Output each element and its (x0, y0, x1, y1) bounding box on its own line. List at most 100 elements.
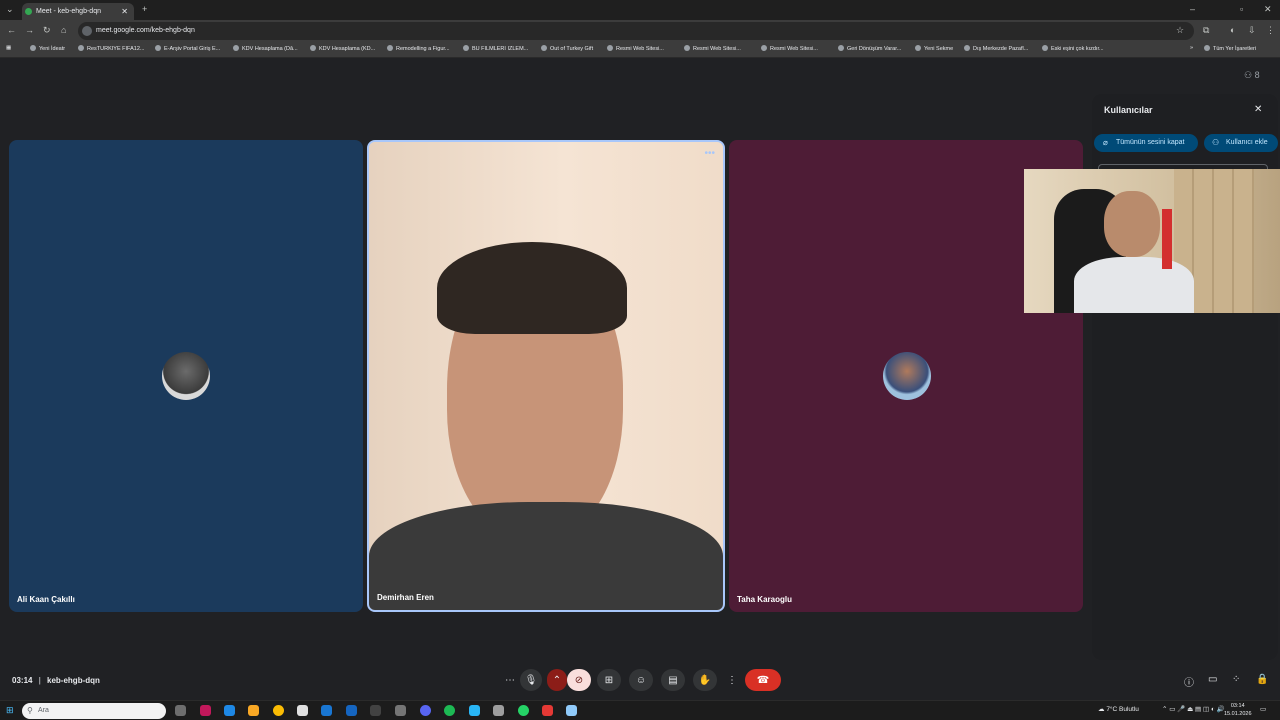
notifications-icon[interactable]: ▭ (1260, 705, 1266, 713)
participant-avatar (162, 352, 210, 400)
bookmark-item[interactable]: Resmi Web Sitesi... (684, 45, 741, 52)
mute-all-button[interactable]: ⌀ Tümünün sesini kapat (1094, 134, 1198, 152)
captions-button[interactable]: ▤ (661, 669, 685, 691)
more-options-button[interactable]: ⋮ (722, 669, 742, 691)
host-controls-icon[interactable]: 🔒 (1256, 674, 1268, 685)
close-tab-icon[interactable]: ✕ (121, 3, 128, 20)
epic-games-icon[interactable] (370, 705, 381, 716)
copilot-icon[interactable] (200, 705, 211, 716)
back-icon[interactable]: ← (7, 25, 16, 35)
window-close-icon[interactable]: ✕ (1264, 4, 1272, 15)
whatsapp-icon[interactable] (518, 705, 529, 716)
participant-count-badge[interactable]: ⚇ 8 (1244, 70, 1260, 81)
windows-taskbar: ⊞ ⚲ Ara ☁ 7°C Bulutlu ⌃ ▭ 🎤 ⏏ ▤ ◫ ◐ 🔊 03… (0, 700, 1280, 720)
bookmark-item[interactable]: Yeni Sekme (915, 45, 953, 52)
bookmark-item[interactable]: Yeni İdeatr (30, 45, 65, 52)
profile-icon[interactable]: ◐ (1230, 25, 1235, 35)
new-tab-icon[interactable]: + (142, 4, 147, 14)
weather-widget[interactable]: ☁ 7°C Bulutlu (1098, 705, 1139, 713)
settings-icon[interactable] (493, 705, 504, 716)
end-call-button[interactable]: ☎ (745, 669, 781, 691)
microphone-button[interactable]: 🎙 (520, 669, 542, 691)
camera-options-button[interactable]: ⌃ (547, 669, 567, 691)
camera-off-button[interactable]: ⊘ (567, 669, 591, 691)
edge-icon[interactable] (224, 705, 235, 716)
start-icon[interactable]: ⊞ (6, 705, 14, 716)
emoji-icon: ☺ (635, 674, 647, 686)
store-icon[interactable] (297, 705, 308, 716)
obs-icon[interactable] (395, 705, 406, 716)
address-bar[interactable]: meet.google.com/keb-ehgb-dqn (78, 22, 1194, 40)
bookmark-item[interactable]: ResTURKIYE FIFA12... (78, 45, 144, 52)
participant-name: Demirhan Eren (377, 593, 434, 602)
browser-tab[interactable]: Meet - keb-ehgb-dqn ✕ (22, 3, 134, 20)
bookmark-item[interactable]: Remodelling a Figur... (387, 45, 450, 52)
extensions-icon[interactable]: ⧉ (1203, 25, 1209, 36)
participant-tile-active[interactable]: ••• Demirhan Eren (367, 140, 725, 612)
tab-search-icon[interactable]: ⌄ (6, 4, 14, 15)
streamer-webcam-overlay (1024, 169, 1280, 313)
bookmark-item[interactable]: E-Arşiv Portal Giriş E... (155, 45, 220, 52)
participant-avatar (883, 352, 931, 400)
taskbar-clock[interactable]: 03:14 15.01.2026 (1224, 702, 1252, 718)
vertical-dots-icon: ⋮ (727, 674, 737, 686)
bookmark-item[interactable]: Resmi Web Sitesi... (607, 45, 664, 52)
downloads-icon[interactable]: ⇩ (1248, 25, 1256, 36)
file-explorer-icon[interactable] (248, 705, 259, 716)
all-bookmarks-folder[interactable]: Tüm Yer İşaretleri (1204, 45, 1256, 52)
spotify-icon[interactable] (444, 705, 455, 716)
hand-icon: ✋ (698, 674, 712, 686)
minimize-icon[interactable]: – (1190, 4, 1195, 14)
bookmark-item[interactable]: Eski eşini çok kızdır... (1042, 45, 1104, 52)
raise-hand-button[interactable]: ✋ (693, 669, 717, 691)
bookmark-item[interactable]: KDV Hesaplama (KD... (310, 45, 375, 52)
task-view-icon[interactable] (175, 705, 186, 716)
bookmark-item[interactable]: Geri Dönüşüm Varar... (838, 45, 901, 52)
more-options-icon[interactable]: ••• (704, 148, 715, 159)
chat-icon[interactable]: ▭ (1208, 674, 1217, 685)
add-people-button[interactable]: ⚇ Kullanıcı ekle (1204, 134, 1278, 152)
chrome-icon[interactable] (273, 705, 284, 716)
tray-icons[interactable]: ⌃ ▭ 🎤 ⏏ ▤ ◫ ◐ 🔊 (1162, 705, 1225, 713)
bookmark-item[interactable]: KDV Hesaplama (Dâ... (233, 45, 298, 52)
microphone-icon: 🎙 (524, 674, 538, 686)
activities-icon[interactable]: ⁘ (1232, 674, 1240, 685)
steam-icon[interactable] (346, 705, 357, 716)
screen-recorder-icon[interactable] (542, 705, 553, 716)
discord-icon[interactable] (420, 705, 431, 716)
taskbar-search[interactable]: ⚲ Ara (22, 703, 166, 719)
apps-icon[interactable]: ▦ (6, 45, 11, 51)
participant-tile[interactable]: Ali Kaan Çakıllı (9, 140, 363, 612)
panel-title: Kullanıcılar (1104, 105, 1153, 115)
add-person-icon: ⚇ (1212, 138, 1220, 147)
participant-video-hair (437, 242, 627, 334)
meeting-details-icon[interactable]: ⓘ (1184, 674, 1194, 689)
snipping-tool-icon[interactable] (566, 705, 577, 716)
reload-icon[interactable]: ↻ (43, 25, 51, 36)
bookmarks-bar: ▦ Yeni İdeatr ResTURKIYE FIFA12... E-Arş… (0, 42, 1280, 58)
maximize-icon[interactable]: ▫ (1240, 4, 1243, 14)
reactions-button[interactable]: ☺ (629, 669, 653, 691)
camera-off-icon: ⊘ (574, 674, 584, 686)
present-screen-button[interactable]: ⊞ (597, 669, 621, 691)
bookmark-item[interactable]: BU FILMLERI IZLEM... (463, 45, 528, 52)
more-bookmarks-icon[interactable]: » (1190, 45, 1193, 51)
forward-icon[interactable]: → (25, 25, 34, 35)
browser-tab-strip: ⌄ Meet - keb-ehgb-dqn ✕ + – ▫ ✕ (0, 0, 1280, 20)
bookmark-item[interactable]: Resmi Web Sitesi... (761, 45, 818, 52)
bookmark-item[interactable]: Dış Merkezde Pazafl... (964, 45, 1028, 52)
telegram-icon[interactable] (469, 705, 480, 716)
bookmark-star-icon[interactable]: ☆ (1176, 25, 1184, 36)
meeting-info: 03:14 | keb-ehgb-dqn (12, 676, 100, 685)
url-text: meet.google.com/keb-ehgb-dqn (96, 27, 195, 34)
home-icon[interactable]: ⌂ (61, 25, 66, 35)
meet-favicon-icon (25, 8, 32, 15)
participant-name: Ali Kaan Çakıllı (17, 595, 75, 604)
close-panel-icon[interactable]: ✕ (1254, 104, 1262, 115)
more-controls-icon[interactable]: ⋯ (500, 669, 520, 691)
mic-off-icon: ⌀ (1103, 138, 1108, 147)
browser-menu-icon[interactable]: ⋮ (1266, 25, 1275, 36)
bookmark-item[interactable]: Out of Turkey Gift (541, 45, 593, 52)
mail-icon[interactable] (321, 705, 332, 716)
site-info-icon[interactable] (82, 26, 92, 36)
